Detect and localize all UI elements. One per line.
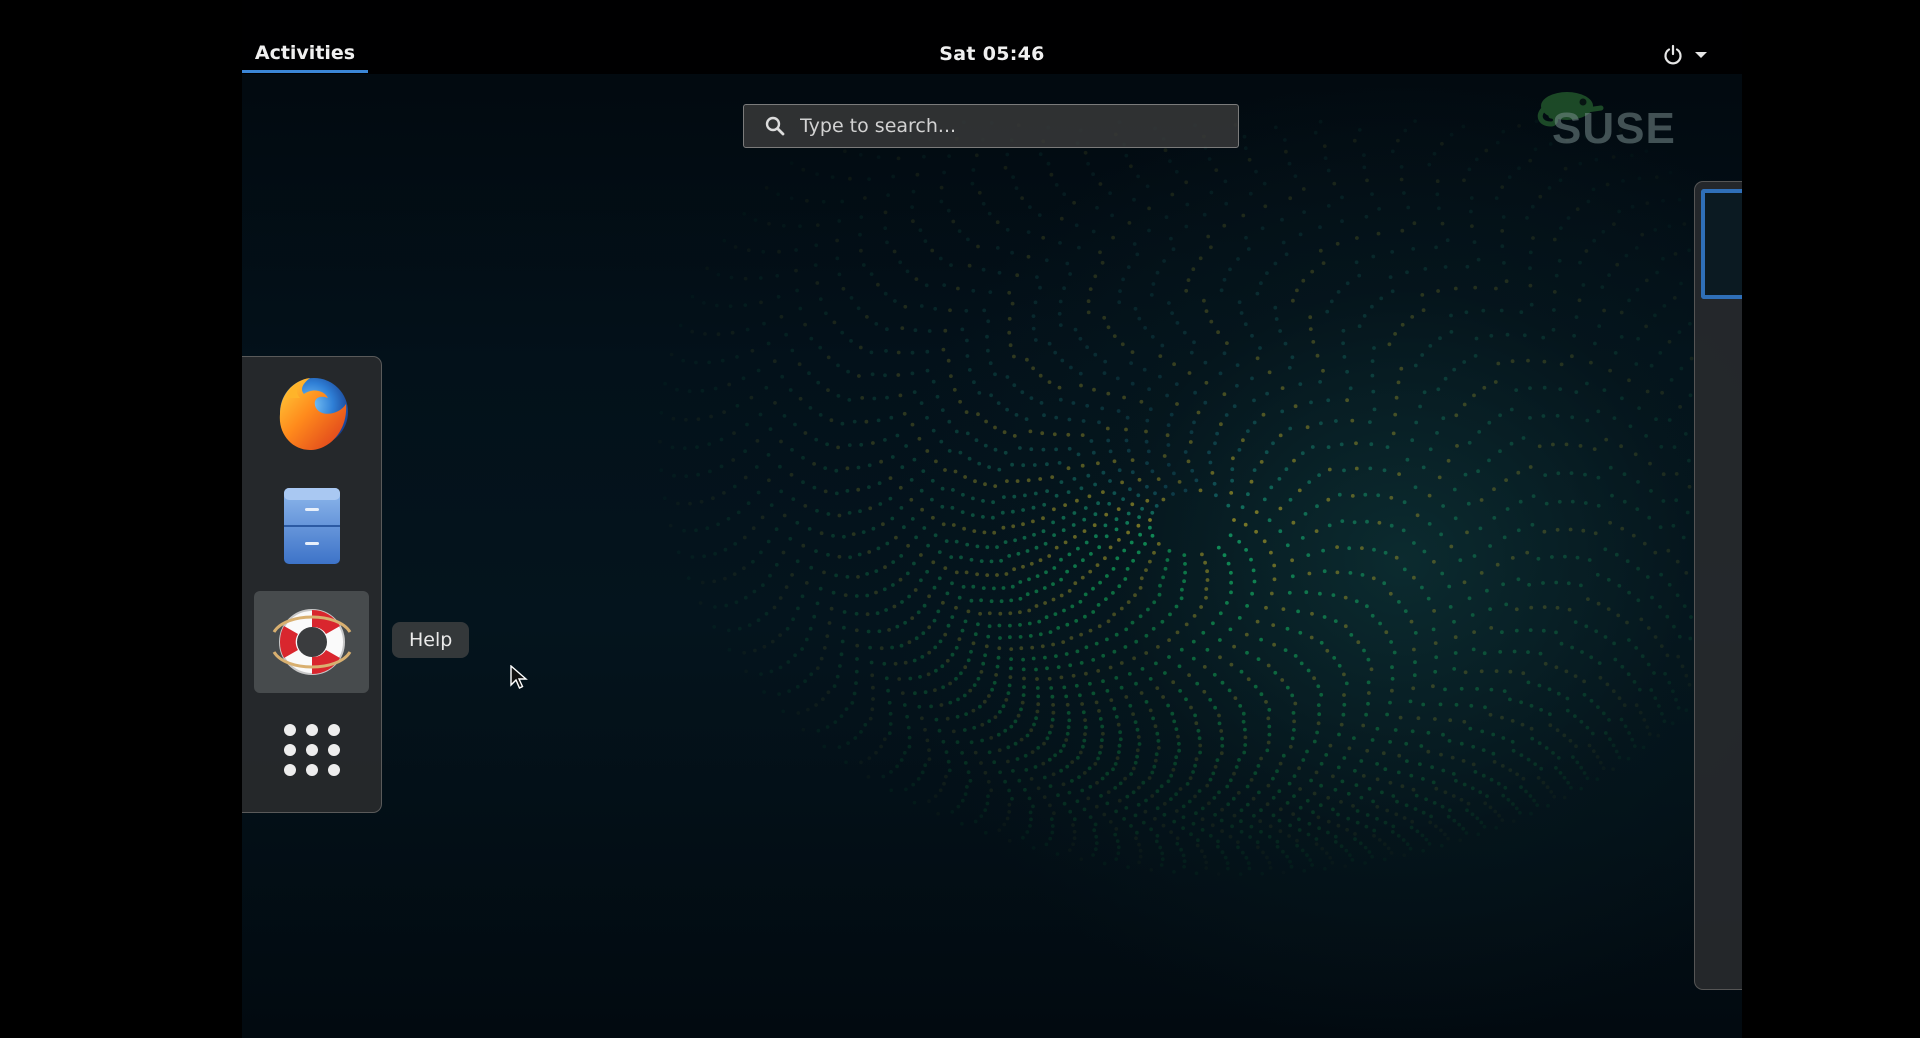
workspace-switcher <box>1694 181 1742 990</box>
desktop-overview: Activities Sat 05:46 SUSE <box>242 0 1742 1038</box>
dash-tooltip: Help <box>392 622 470 658</box>
dash-item-files[interactable] <box>254 474 369 576</box>
dash <box>242 356 382 813</box>
activities-indicator <box>242 70 368 73</box>
workspace-thumbnail[interactable] <box>1701 189 1742 299</box>
lifebuoy-icon <box>272 609 351 675</box>
top-bar: Activities Sat 05:46 <box>242 0 1742 74</box>
firefox-icon <box>279 378 348 450</box>
file-cabinet-icon <box>283 488 340 564</box>
chevron-down-icon <box>1695 52 1707 58</box>
clock[interactable]: Sat 05:46 <box>892 36 1092 72</box>
mouse-pointer-icon <box>510 665 528 689</box>
search-entry[interactable] <box>743 104 1239 148</box>
wallpaper <box>658 119 1694 876</box>
power-icon <box>1664 44 1682 65</box>
show-applications-button[interactable] <box>254 699 369 801</box>
dash-item-help[interactable] <box>254 591 369 693</box>
app-grid-icon <box>283 724 340 776</box>
dash-item-firefox[interactable] <box>254 363 369 465</box>
suse-logo-text: SUSE <box>1552 104 1676 153</box>
system-menu[interactable] <box>1662 38 1722 72</box>
search-icon <box>765 116 785 136</box>
search-input[interactable] <box>798 114 1222 138</box>
